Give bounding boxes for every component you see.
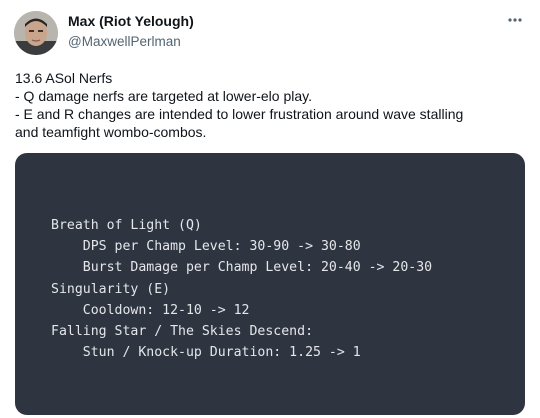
patch-note-line: Breath of Light (Q) — [51, 218, 202, 233]
author-avatar[interactable] — [14, 11, 58, 55]
patch-note-line: Falling Star / The Skies Descend: — [51, 324, 314, 340]
patch-note-line: Singularity (E) — [51, 281, 171, 297]
author-handle[interactable]: @MaxwellPerlman — [68, 34, 181, 49]
patch-notes-code: Breath of Light (Q) DPS per Champ Level:… — [51, 215, 432, 363]
tweet-text-line: - Q damage nerfs are targeted at lower-e… — [15, 88, 313, 104]
author-display-name[interactable]: Max (Riot Yelough) — [68, 13, 194, 29]
avatar-photo-icon — [14, 11, 58, 55]
patch-note-line: Cooldown: 12-10 -> 12 — [51, 302, 250, 318]
more-horizontal-icon — [508, 18, 522, 22]
tweet-text-line: 13.6 ASol Nerfs — [15, 70, 113, 86]
tweet-card: Max (Riot Yelough) @MaxwellPerlman 13.6 … — [0, 0, 540, 418]
tweet-text: 13.6 ASol Nerfs - Q damage nerfs are tar… — [15, 69, 530, 141]
patch-note-line: Burst Damage per Champ Level: 20-40 -> 2… — [51, 260, 433, 276]
patch-notes-image[interactable]: Breath of Light (Q) DPS per Champ Level:… — [15, 153, 525, 415]
more-options-button[interactable] — [504, 12, 526, 28]
tweet-text-line: - E and R changes are intended to lower … — [15, 106, 464, 122]
patch-note-line: DPS per Champ Level: 30-90 -> 30-80 — [51, 239, 361, 255]
patch-note-line: Stun / Knock-up Duration: 1.25 -> 1 — [51, 345, 361, 361]
tweet-text-line: and teamfight wombo-combos. — [15, 124, 207, 140]
